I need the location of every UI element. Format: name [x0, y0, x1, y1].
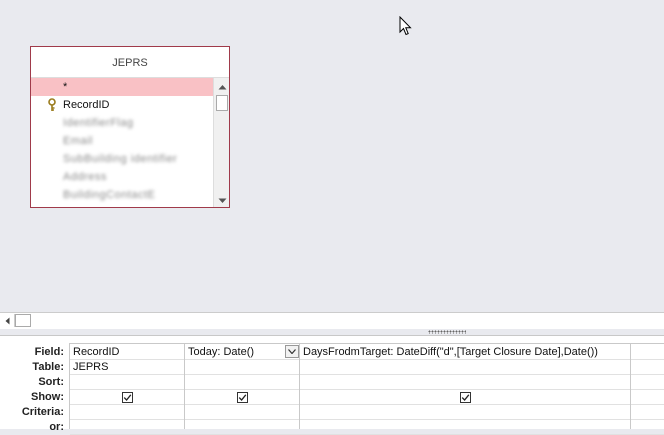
pane-splitter[interactable]	[0, 329, 664, 336]
table-title[interactable]: JEPRS	[31, 47, 229, 78]
field-list-item[interactable]: SubBuilding identifier	[31, 150, 213, 168]
grid-cell-table[interactable]	[300, 360, 631, 375]
splitter-grip-icon[interactable]	[428, 330, 466, 334]
field-list-item[interactable]: Address	[31, 168, 213, 186]
grid-column[interactable]: RecordID JEPRS	[69, 343, 185, 435]
grid-cell-field[interactable]: DaysFrodmTarget: DateDiff("d",[Target Cl…	[300, 343, 631, 360]
grid-cell-criteria[interactable]	[300, 405, 631, 420]
grid-cell-or[interactable]	[300, 420, 631, 435]
field-list-item[interactable]: RecordID	[31, 96, 213, 114]
field-list-item[interactable]: BuildingContactE	[31, 186, 213, 204]
query-design-grid[interactable]: Field: Table: Sort: Show: Criteria: or: Recor…	[0, 336, 664, 435]
mouse-pointer-icon	[399, 16, 412, 36]
field-list-item[interactable]: *	[31, 78, 213, 96]
grid-cell-criteria[interactable]	[185, 405, 300, 420]
checkmark-icon	[123, 393, 132, 401]
horizontal-scroll-thumb[interactable]	[15, 314, 31, 327]
field-list-item[interactable]: Email	[31, 132, 213, 150]
grid-cell-or[interactable]	[70, 420, 185, 435]
grid-cell-sort[interactable]	[70, 375, 185, 390]
chevron-down-icon	[288, 349, 296, 354]
grid-cell-sort[interactable]	[631, 375, 664, 390]
cell-text: JEPRS	[73, 361, 109, 373]
grid-row-labels: Field: Table: Sort: Show: Criteria: or:	[0, 345, 66, 435]
scroll-left-arrow-icon[interactable]	[1, 314, 15, 327]
field-name: *	[63, 81, 68, 93]
grid-cell-sort[interactable]	[185, 375, 300, 390]
grid-cell-field[interactable]: Today: Date()	[185, 343, 300, 360]
show-checkbox[interactable]	[122, 391, 133, 403]
design-pane-horizontal-scrollbar[interactable]	[0, 312, 664, 330]
grid-cell-or[interactable]	[631, 420, 664, 435]
field-name: BuildingContactE	[63, 189, 156, 201]
scroll-down-arrow-icon[interactable]	[215, 193, 229, 207]
show-cell[interactable]	[185, 390, 300, 405]
show-cell[interactable]	[631, 390, 664, 405]
grid-row-label: Show:	[31, 391, 64, 403]
field-list-scrollbar[interactable]	[213, 78, 229, 207]
grid-row-label: Sort:	[38, 376, 64, 388]
grid-cell-sort[interactable]	[300, 375, 631, 390]
show-checkbox[interactable]	[237, 391, 248, 403]
field-name: IdentifierFlag	[63, 117, 134, 129]
field-list-item[interactable]: IdentifierFlag	[31, 114, 213, 132]
field-list[interactable]: * RecordID IdentifierFlag Email SubBuilding …	[31, 78, 213, 208]
grid-column[interactable]: Today: Date()	[184, 343, 300, 435]
field-list-item[interactable]: FacilityID	[31, 204, 213, 208]
scroll-up-arrow-icon[interactable]	[215, 79, 229, 94]
grid-cell-table[interactable]	[631, 360, 664, 375]
show-cell[interactable]	[70, 390, 185, 405]
field-dropdown-button[interactable]	[285, 345, 299, 358]
checkmark-icon	[238, 393, 247, 401]
scroll-thumb[interactable]	[216, 95, 228, 111]
field-name: SubBuilding identifier	[63, 153, 178, 165]
cell-text: DaysFrodmTarget: DateDiff("d",[Target Cl…	[303, 346, 598, 358]
grid-cell-field[interactable]: RecordID	[70, 343, 185, 360]
grid-row-label: Table:	[32, 361, 64, 373]
grid-column[interactable]: DaysFrodmTarget: DateDiff("d",[Target Cl…	[299, 343, 631, 435]
field-name: FacilityID	[63, 207, 108, 208]
show-cell[interactable]	[300, 390, 631, 405]
field-name: Email	[63, 135, 94, 147]
grid-row-label: or:	[49, 421, 64, 433]
grid-cell-table[interactable]: JEPRS	[70, 360, 185, 375]
cell-text: Today: Date()	[188, 346, 255, 358]
grid-cell-criteria[interactable]	[70, 405, 185, 420]
grid-cell-or[interactable]	[185, 420, 300, 435]
primary-key-icon	[48, 98, 56, 111]
grid-row-label: Criteria:	[21, 406, 64, 418]
grid-row-label: Field:	[34, 346, 64, 358]
checkmark-icon	[461, 393, 470, 401]
field-name: RecordID	[63, 99, 110, 111]
grid-cell-field[interactable]	[631, 343, 664, 360]
cell-text: RecordID	[73, 346, 120, 358]
grid-column[interactable]	[630, 343, 664, 435]
grid-cell-criteria[interactable]	[631, 405, 664, 420]
table-field-list-window[interactable]: JEPRS * RecordID IdentifierFlag Email SubBui…	[30, 46, 230, 208]
show-checkbox[interactable]	[460, 391, 471, 403]
query-design-pane[interactable]: JEPRS * RecordID IdentifierFlag Email SubBui…	[0, 0, 664, 312]
field-name: Address	[63, 171, 107, 183]
grid-cell-table[interactable]	[185, 360, 300, 375]
